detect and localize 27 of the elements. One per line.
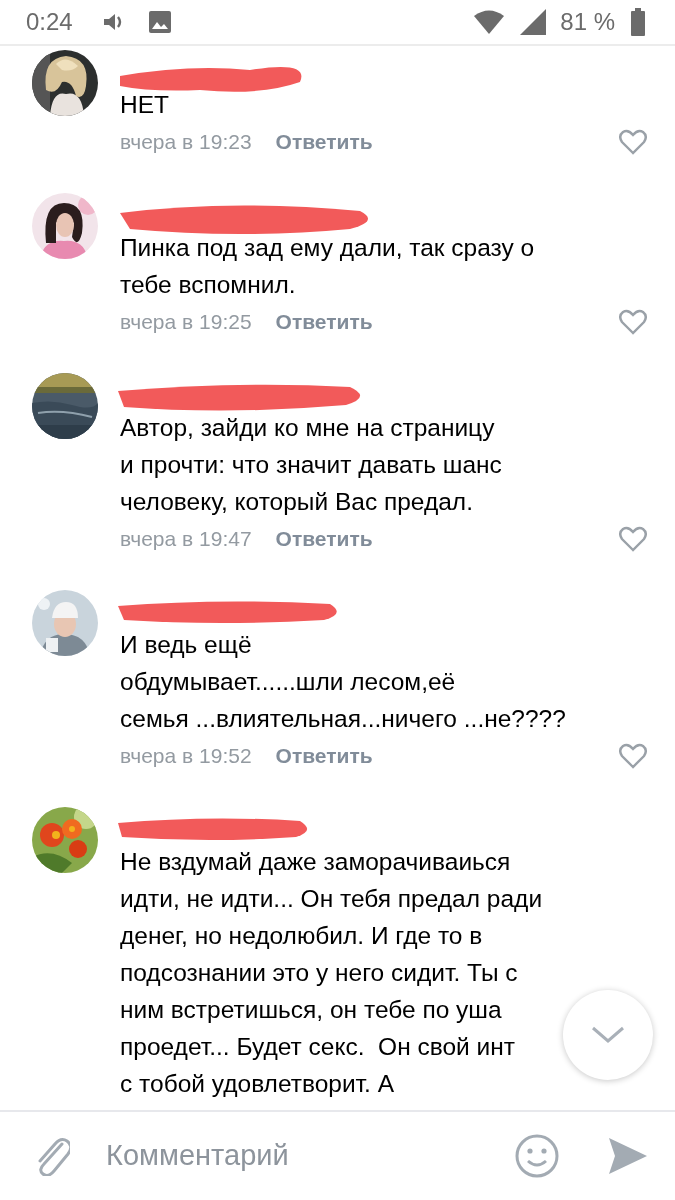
comment-date: вчера в 19:25 (120, 309, 252, 336)
reply-link[interactable]: Ответить (275, 740, 373, 772)
comment-input[interactable]: Комментарий (104, 1133, 515, 1179)
comment-date: вчера в 19:47 (120, 526, 252, 553)
heart-icon[interactable] (619, 309, 647, 335)
battery-icon (631, 8, 645, 36)
comment-text: Не вздумай даже заморачиваиься идти, не идти... Он тебя предал ради денег, но недолюбил. И где то в подсознании это у него сидит. Ты с ним встретишься, он тебе по уша проедет... Будет секс. Он свой инт с тобой удовлетворит. А (120, 847, 543, 1099)
reply-link[interactable]: Ответить (275, 126, 373, 158)
reply-link[interactable]: Ответить (275, 306, 373, 338)
comment-date: вчера в 19:52 (120, 743, 252, 770)
wifi-icon (474, 10, 505, 34)
heart-icon[interactable] (619, 526, 647, 552)
comment-text: НЕТ (120, 90, 169, 120)
smiley-icon[interactable] (515, 1134, 559, 1178)
clock-time: 0:24 (26, 7, 73, 37)
heart-icon[interactable] (619, 743, 647, 769)
comment-text: Пинка под зад ему дали, так сразу о тебе вспомнил. (120, 233, 535, 300)
heart-icon[interactable] (619, 129, 647, 155)
chevron-down-icon (590, 1025, 626, 1045)
image-icon (148, 11, 171, 33)
comment-text: Автор, зайди ко мне на страницу и прочти: что значит давать шанс человеку, который Вас предал. (120, 413, 502, 517)
send-icon[interactable] (609, 1138, 647, 1174)
signal-icon (520, 9, 547, 35)
reply-link[interactable]: Ответить (275, 523, 373, 555)
battery-percent: 81 % (560, 7, 615, 37)
comment-date: вчера в 19:23 (120, 129, 252, 156)
comment-text: И ведь ещё обдумывает......шли лесом,её семья ...влиятельная...ничего ...не???? (120, 630, 566, 734)
